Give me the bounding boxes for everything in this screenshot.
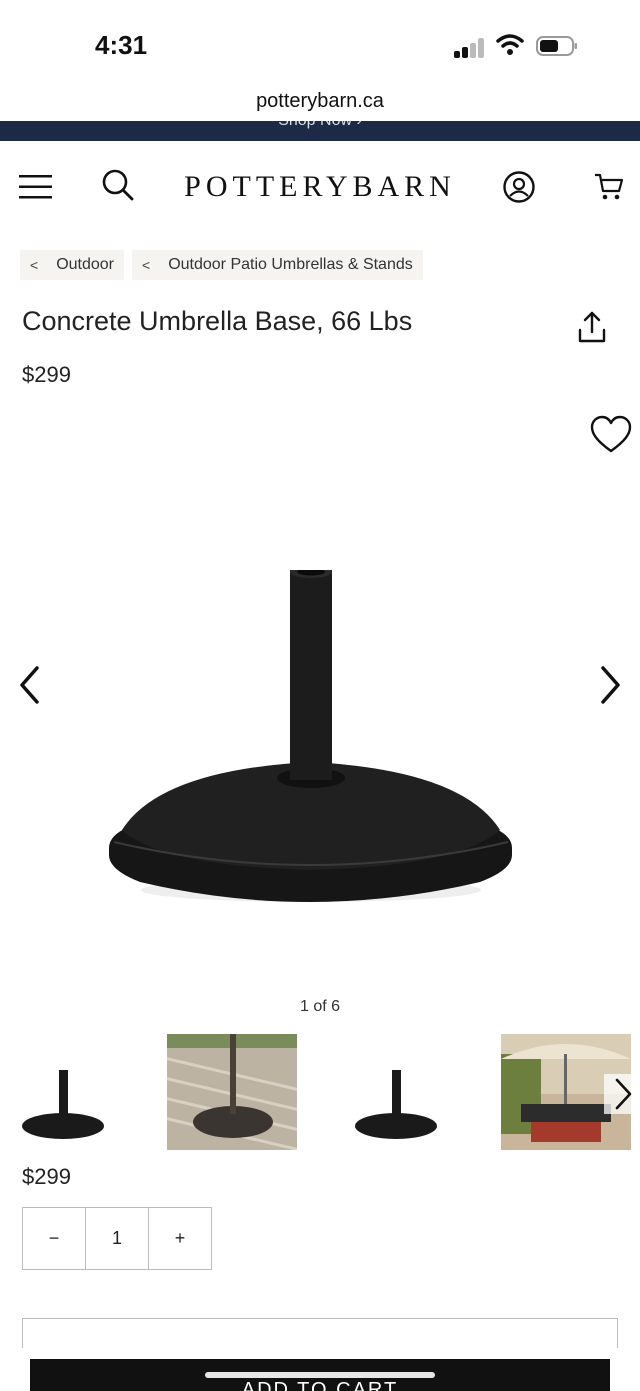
quantity-stepper: − 1 + — [22, 1207, 212, 1270]
add-to-cart-label: ADD TO CART — [241, 1379, 399, 1391]
breadcrumb-label: Outdoor Patio Umbrellas & Stands — [168, 256, 413, 273]
share-icon[interactable] — [572, 308, 612, 348]
wifi-icon — [496, 34, 524, 55]
thumbnail-strip — [0, 1034, 640, 1152]
menu-icon[interactable] — [14, 165, 58, 209]
promo-link[interactable]: Shop Now › — [0, 121, 640, 130]
product-image-gallery — [0, 460, 640, 980]
url-bar[interactable]: potterybarn.ca — [0, 88, 640, 122]
gallery-next-arrow-icon[interactable] — [590, 660, 630, 710]
battery-icon — [536, 36, 577, 56]
thumbnail-base-angle[interactable] — [334, 1034, 464, 1150]
product-title: Concrete Umbrella Base, 66 Lbs — [22, 306, 413, 336]
breadcrumb-separator: < — [30, 257, 39, 273]
breadcrumb-umbrellas[interactable]: < Outdoor Patio Umbrellas & Stands — [132, 250, 423, 280]
home-indicator — [205, 1372, 435, 1378]
breadcrumb: < Outdoor < Outdoor Patio Umbrellas & St… — [20, 250, 423, 280]
breadcrumb-label: Outdoor — [56, 256, 114, 273]
status-time: 4:31 — [95, 30, 148, 60]
product-main-image[interactable] — [100, 570, 520, 930]
quantity-decrease-button[interactable]: − — [23, 1208, 85, 1269]
thumbnail-base-on-deck[interactable] — [167, 1034, 297, 1150]
thumbnail-base-front[interactable] — [0, 1034, 130, 1150]
promo-banner[interactable]: Shop Now › — [0, 121, 640, 141]
breadcrumb-separator: < — [142, 257, 151, 273]
search-icon[interactable] — [96, 163, 140, 207]
image-counter: 1 of 6 — [299, 998, 341, 1015]
shipping-option-box[interactable] — [22, 1318, 618, 1348]
cart-icon[interactable] — [587, 165, 631, 209]
site-logo[interactable]: POTTERYBARN — [180, 170, 460, 204]
product-price-secondary: $299 — [22, 1164, 71, 1189]
product-price: $299 — [22, 362, 71, 387]
favorite-heart-icon[interactable] — [589, 415, 633, 455]
cellular-signal-icon — [454, 36, 488, 58]
thumbnail-next-arrow-icon[interactable] — [604, 1074, 640, 1114]
site-header: POTTERYBARN — [0, 141, 640, 236]
status-bar: 4:31 — [0, 0, 640, 88]
account-icon[interactable] — [497, 165, 541, 209]
quantity-input[interactable]: 1 — [85, 1208, 149, 1269]
quantity-increase-button[interactable]: + — [149, 1208, 211, 1269]
breadcrumb-outdoor[interactable]: < Outdoor — [20, 250, 124, 280]
gallery-prev-arrow-icon[interactable] — [10, 660, 50, 710]
